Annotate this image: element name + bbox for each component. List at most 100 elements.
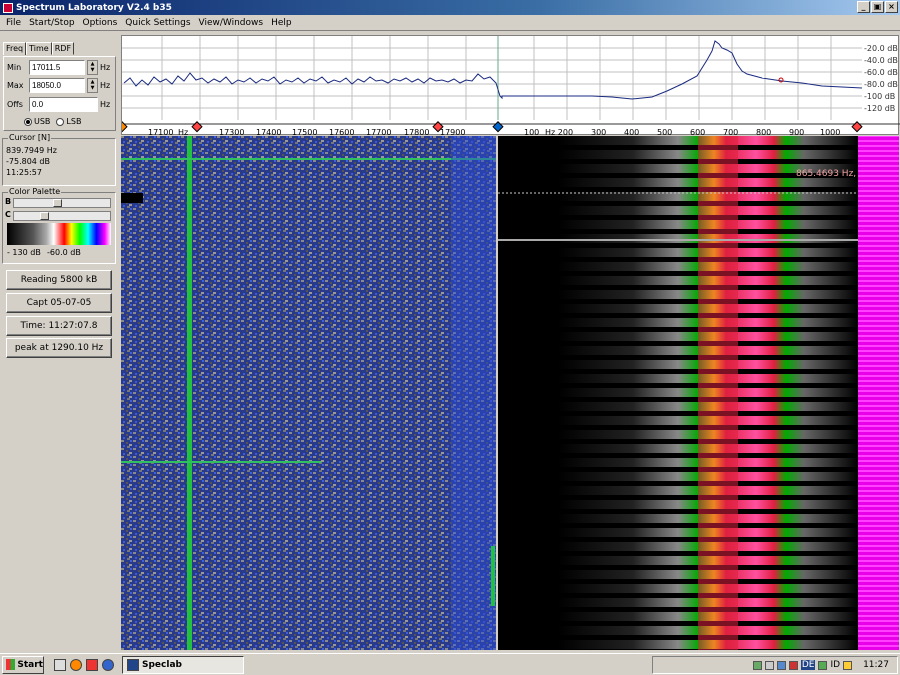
left-tick-7: 17800 <box>404 128 429 136</box>
restore-button[interactable]: ▣ <box>871 1 884 13</box>
max-freq-spinner[interactable]: ▲ ▼ <box>87 78 98 93</box>
waterfall-left[interactable] <box>121 136 496 650</box>
menu-help[interactable]: Help <box>267 18 296 28</box>
left-tick-4: 17500 <box>292 128 317 136</box>
db-label-6: -120 dB <box>864 104 895 113</box>
color-palette-group: Color Palette B C - 130 dB -60.0 dB <box>2 187 116 264</box>
tray-network-icon[interactable] <box>752 660 762 670</box>
db-label-4: -80.0 dB <box>864 80 898 89</box>
cursor-group: Cursor [N] 839.7949 Hz -75.804 dB 11:25:… <box>2 133 116 186</box>
close-button[interactable]: × <box>885 1 898 13</box>
peak-button[interactable]: peak at 1290.10 Hz <box>6 338 112 358</box>
spectrum-plot: -20.0 dB -40.0 dB -60.0 dB -80.0 dB -100… <box>116 36 900 137</box>
browser-icon[interactable] <box>102 658 114 671</box>
palette-title: Color Palette <box>8 187 62 196</box>
system-tray: DE ID 11:27 <box>652 656 898 674</box>
time-button[interactable]: Time: 11:27:07.8 <box>6 316 112 336</box>
max-unit: Hz <box>100 81 111 90</box>
lsb-label: LSB <box>66 117 82 126</box>
tray-volume-icon[interactable] <box>764 660 774 670</box>
tab-freq[interactable]: Freq <box>3 42 27 55</box>
palette-high: -60.0 dB <box>47 248 81 257</box>
min-freq-spinner[interactable]: ▲ ▼ <box>87 60 98 75</box>
tab-time[interactable]: Time <box>26 42 52 55</box>
contrast-slider[interactable] <box>13 211 111 221</box>
tray-security-icon[interactable] <box>788 660 798 670</box>
minimize-button[interactable]: _ <box>857 1 870 13</box>
control-panel: Freq Time RDF Min ▲▼ Hz Max ▲▼ Hz Offs H… <box>0 33 118 651</box>
waterfall-right[interactable]: 865.4693 Hz, -90.0 dB <box>498 136 858 650</box>
contrast-label: C <box>5 210 11 219</box>
tray-lang-id[interactable]: ID <box>830 660 840 670</box>
left-tick-2: 17300 <box>219 128 244 136</box>
tab-rdf[interactable]: RDF <box>51 42 75 55</box>
left-tick-5: 17600 <box>329 128 354 136</box>
offs-label: Offs <box>7 100 23 109</box>
left-tick-8: 17900 <box>440 128 465 136</box>
start-label: Start <box>17 659 43 670</box>
speclab-icon <box>127 658 139 671</box>
task-speclab[interactable]: Speclab <box>122 655 244 674</box>
right-tick-5: 500 <box>657 128 672 136</box>
menu-view-windows[interactable]: View/Windows <box>195 18 268 28</box>
right-tick-1: 100 <box>524 128 539 136</box>
window-title: Spectrum Laboratory V2.4 b35 <box>16 2 172 13</box>
cursor-title: Cursor [N] <box>8 133 52 142</box>
app-shortcut-icon[interactable] <box>86 658 98 671</box>
windows-logo-icon <box>6 659 16 670</box>
max-label: Max <box>7 81 24 90</box>
db-label-3: -60.0 dB <box>864 68 898 77</box>
cursor-level: -75.804 dB <box>6 157 50 166</box>
left-tick-6: 17700 <box>366 128 391 136</box>
right-tick-2: Hz 200 <box>545 128 573 136</box>
task-label: Speclab <box>142 659 182 670</box>
brightness-thumb[interactable] <box>53 199 63 207</box>
palette-low: - 130 dB <box>7 248 41 257</box>
menu-quick-settings[interactable]: Quick Settings <box>121 18 194 28</box>
frequency-settings: Min ▲▼ Hz Max ▲▼ Hz Offs Hz USB LSB <box>3 56 116 131</box>
title-bar: Spectrum Laboratory V2.4 b35 _ ▣ × <box>0 0 900 15</box>
menu-options[interactable]: Options <box>79 18 122 28</box>
desktop-icon[interactable] <box>54 658 66 671</box>
media-icon[interactable] <box>70 658 82 671</box>
menu-bar: File Start/Stop Options Quick Settings V… <box>0 15 900 31</box>
db-label-5: -100 dB <box>864 92 895 101</box>
brightness-slider[interactable] <box>13 198 111 208</box>
tray-update-icon[interactable] <box>818 660 828 670</box>
contrast-thumb[interactable] <box>40 212 50 220</box>
tray-lang-de[interactable]: DE <box>800 660 816 670</box>
tray-clock: 11:27 <box>863 660 889 670</box>
max-freq-input[interactable] <box>29 78 85 93</box>
start-button[interactable]: Start <box>2 655 44 674</box>
waterfall-left-texture <box>121 136 496 650</box>
left-tick-1: 17100 <box>148 128 173 136</box>
reading-button[interactable]: Reading 5800 kB <box>6 270 112 290</box>
capture-time-button[interactable]: Capt 05-07-05 11:27:07 <box>6 293 112 326</box>
min-label: Min <box>7 63 22 72</box>
usb-radio[interactable] <box>24 117 32 126</box>
tray-app-icon[interactable] <box>776 660 786 670</box>
right-tick-10: 1000 <box>820 128 840 136</box>
lsb-radio[interactable] <box>56 117 65 126</box>
min-unit: Hz <box>100 63 111 72</box>
right-tick-9: 900 <box>789 128 804 136</box>
marker-split[interactable] <box>492 121 504 133</box>
cursor-frequency: 839.7949 Hz <box>6 146 57 155</box>
right-tick-3: 300 <box>591 128 606 136</box>
waterfall-strip <box>858 136 899 650</box>
waterfall-right-texture: 865.4693 Hz, -90.0 dB <box>498 136 858 650</box>
marker-left-2[interactable] <box>191 121 203 133</box>
palette-gradient[interactable] <box>7 223 111 245</box>
marker-right[interactable] <box>851 121 863 133</box>
db-label-2: -40.0 dB <box>864 56 898 65</box>
min-freq-input[interactable] <box>29 60 85 75</box>
spectrum-display[interactable]: -20.0 dB -40.0 dB -60.0 dB -80.0 dB -100… <box>116 35 900 137</box>
left-tick-3: 17400 <box>256 128 281 136</box>
menu-file[interactable]: File <box>2 18 25 28</box>
offset-input[interactable] <box>29 97 98 112</box>
offs-unit: Hz <box>100 100 111 109</box>
tray-shield-icon[interactable] <box>843 660 853 670</box>
menu-start-stop[interactable]: Start/Stop <box>25 18 78 28</box>
right-tick-6: 600 <box>690 128 705 136</box>
marker-left[interactable] <box>116 121 128 133</box>
